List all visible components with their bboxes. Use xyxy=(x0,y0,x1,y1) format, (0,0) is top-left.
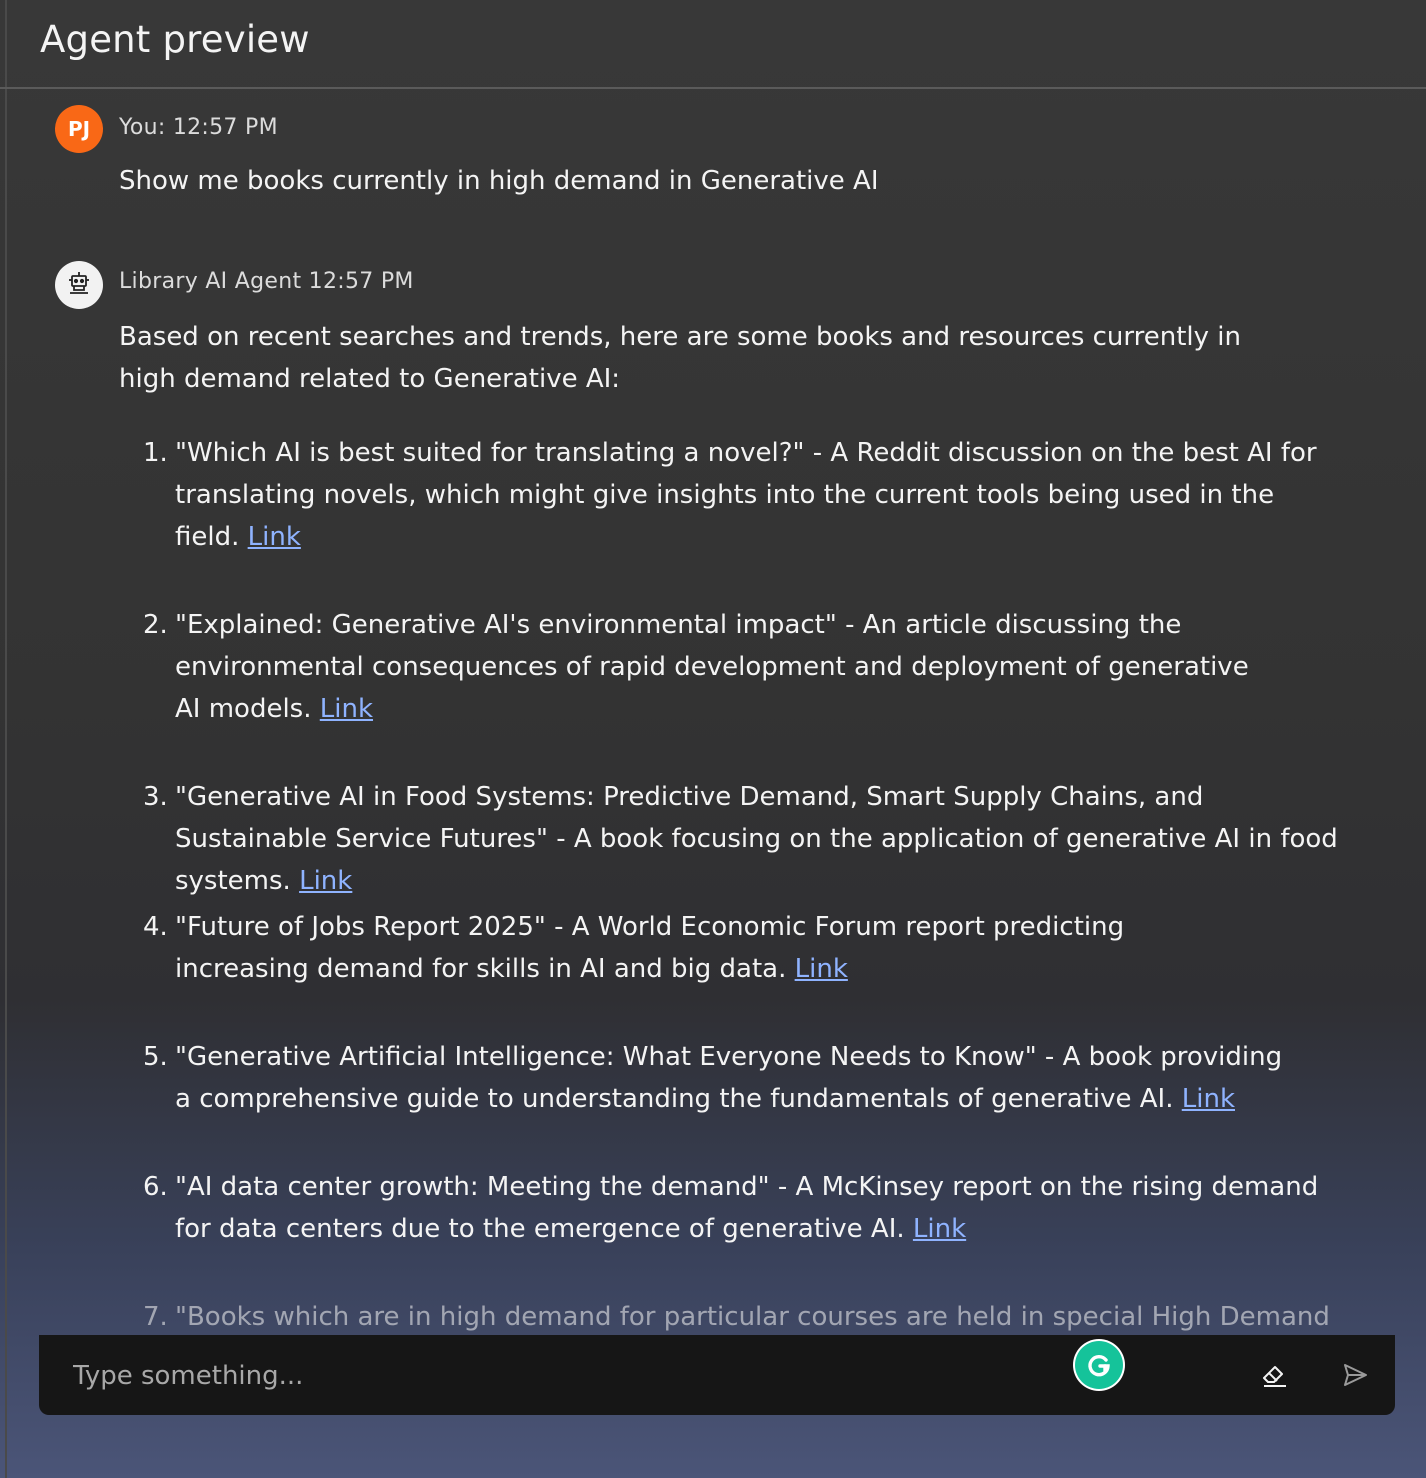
agent-message-meta: Library AI Agent 12:57 PM xyxy=(119,269,414,294)
list-item-number: 6. xyxy=(143,1172,168,1202)
preview-header: Agent preview xyxy=(0,0,1426,89)
robot-icon xyxy=(65,269,93,301)
list-item-link[interactable]: Link xyxy=(1182,1084,1235,1114)
list-item-body: "Generative AI in Food Systems: Predicti… xyxy=(175,776,1355,902)
list-item-number: 1. xyxy=(143,438,168,468)
grammarly-icon[interactable] xyxy=(1075,1341,1123,1389)
page-title: Agent preview xyxy=(40,18,310,61)
list-item-body: "Future of Jobs Report 2025" - A World E… xyxy=(175,906,1260,990)
list-item-text: "Generative Artificial Intelligence: Wha… xyxy=(175,1042,1283,1114)
agent-intro-text: Based on recent searches and trends, her… xyxy=(119,322,1241,394)
list-item-link[interactable]: Link xyxy=(320,694,373,724)
agent-avatar xyxy=(55,261,103,309)
agent-results-list: 1. "Which AI is best suited for translat… xyxy=(0,420,1426,1335)
user-message-meta: You: 12:57 PM xyxy=(119,115,278,140)
message-input[interactable] xyxy=(71,1353,975,1399)
list-item-body: "Explained: Generative AI's environmenta… xyxy=(175,604,1255,730)
list-item-body: "AI data center growth: Meeting the dema… xyxy=(175,1166,1335,1250)
list-item-text: "AI data center growth: Meeting the dema… xyxy=(175,1172,1319,1244)
message-composer xyxy=(39,1335,1395,1415)
send-icon[interactable] xyxy=(1337,1357,1373,1393)
list-item-text: "Which AI is best suited for translating… xyxy=(175,438,1317,552)
list-item-number: 4. xyxy=(143,912,168,942)
list-item-text: "Future of Jobs Report 2025" - A World E… xyxy=(175,912,1125,984)
list-item-link[interactable]: Link xyxy=(913,1214,966,1244)
user-avatar: PJ xyxy=(55,105,103,153)
user-avatar-initials: PJ xyxy=(67,117,91,141)
user-message-text: Show me books currently in high demand i… xyxy=(119,166,879,196)
list-item-number: 2. xyxy=(143,610,168,640)
list-item-body: "Generative Artificial Intelligence: Wha… xyxy=(175,1036,1285,1120)
list-item-link[interactable]: Link xyxy=(299,866,352,896)
list-item-number: 7. xyxy=(143,1302,168,1332)
list-item-text: "Books which are in high demand for part… xyxy=(175,1302,1330,1332)
list-item-body: "Books which are in high demand for part… xyxy=(175,1296,1375,1335)
list-item-body: "Which AI is best suited for translating… xyxy=(175,432,1335,558)
list-item-link[interactable]: Link xyxy=(795,954,848,984)
eraser-icon[interactable] xyxy=(1257,1357,1293,1393)
list-item-number: 3. xyxy=(143,782,168,812)
list-item-link[interactable]: Link xyxy=(248,522,301,552)
list-item-number: 5. xyxy=(143,1042,168,1072)
